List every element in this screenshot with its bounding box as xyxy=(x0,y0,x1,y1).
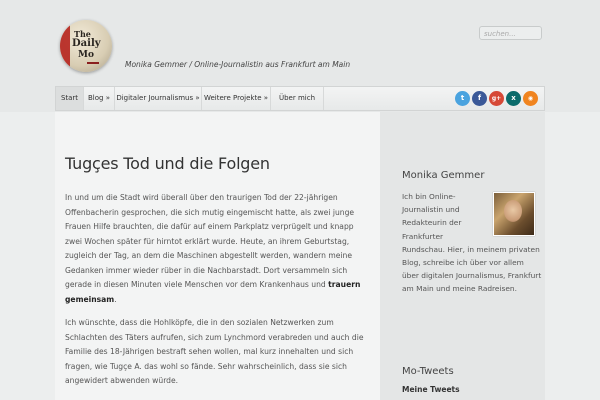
facebook-icon[interactable]: f xyxy=(472,91,487,106)
sidebar-title-author: Monika Gemmer xyxy=(402,170,485,181)
twitter-icon[interactable]: t xyxy=(455,91,470,106)
search-input[interactable]: suchen... xyxy=(479,26,542,40)
nav-item-start[interactable]: Start xyxy=(56,87,84,110)
nav-item-blog[interactable]: Blog » xyxy=(84,87,115,110)
post-paragraph-1: In und um die Stadt wird überall über de… xyxy=(65,191,370,307)
rss-icon[interactable]: ◉ xyxy=(523,91,538,106)
logo-underline xyxy=(87,62,99,64)
author-bio: Ich bin Online-Journalistin und Redakteu… xyxy=(402,190,542,296)
logo-text-line1: The xyxy=(74,29,91,39)
googleplus-icon[interactable]: g+ xyxy=(489,91,504,106)
logo-text-line3: Mo xyxy=(78,50,94,60)
author-bio-top: Ich bin Online-Journalistin und Redakteu… xyxy=(402,192,462,241)
nav-item-weitere-projekte[interactable]: Weitere Projekte » xyxy=(202,87,271,110)
post-paragraph-1-text: In und um die Stadt wird überall über de… xyxy=(65,193,355,289)
author-bio-rest: Rundschau. Hier, in meinem privaten Blog… xyxy=(402,244,542,294)
xing-icon[interactable]: x xyxy=(506,91,521,106)
main-nav: Start Blog » Digitaler Journalismus » We… xyxy=(55,86,545,111)
nav-item-digitaler-journalismus[interactable]: Digitaler Journalismus » xyxy=(115,87,202,110)
sidebar-title-tweets: Mo-Tweets xyxy=(402,366,454,377)
post-paragraph-1-end: . xyxy=(114,294,117,304)
post-title[interactable]: Tugçes Tod und die Folgen xyxy=(65,154,270,173)
post-paragraph-2: Ich wünschte, dass die Hohlköpfe, die in… xyxy=(65,318,364,385)
logo-text-line2: Daily xyxy=(72,38,101,49)
site-tagline: Monika Gemmer / Online-Journalistin aus … xyxy=(125,60,351,69)
site-logo[interactable]: The Daily Mo xyxy=(60,20,112,72)
tweets-subtitle[interactable]: Meine Tweets xyxy=(402,385,460,394)
site-header: The Daily Mo Monika Gemmer / Online-Jour… xyxy=(0,0,600,86)
nav-item-ueber-mich[interactable]: Über mich xyxy=(271,87,324,110)
logo-band xyxy=(60,20,70,72)
